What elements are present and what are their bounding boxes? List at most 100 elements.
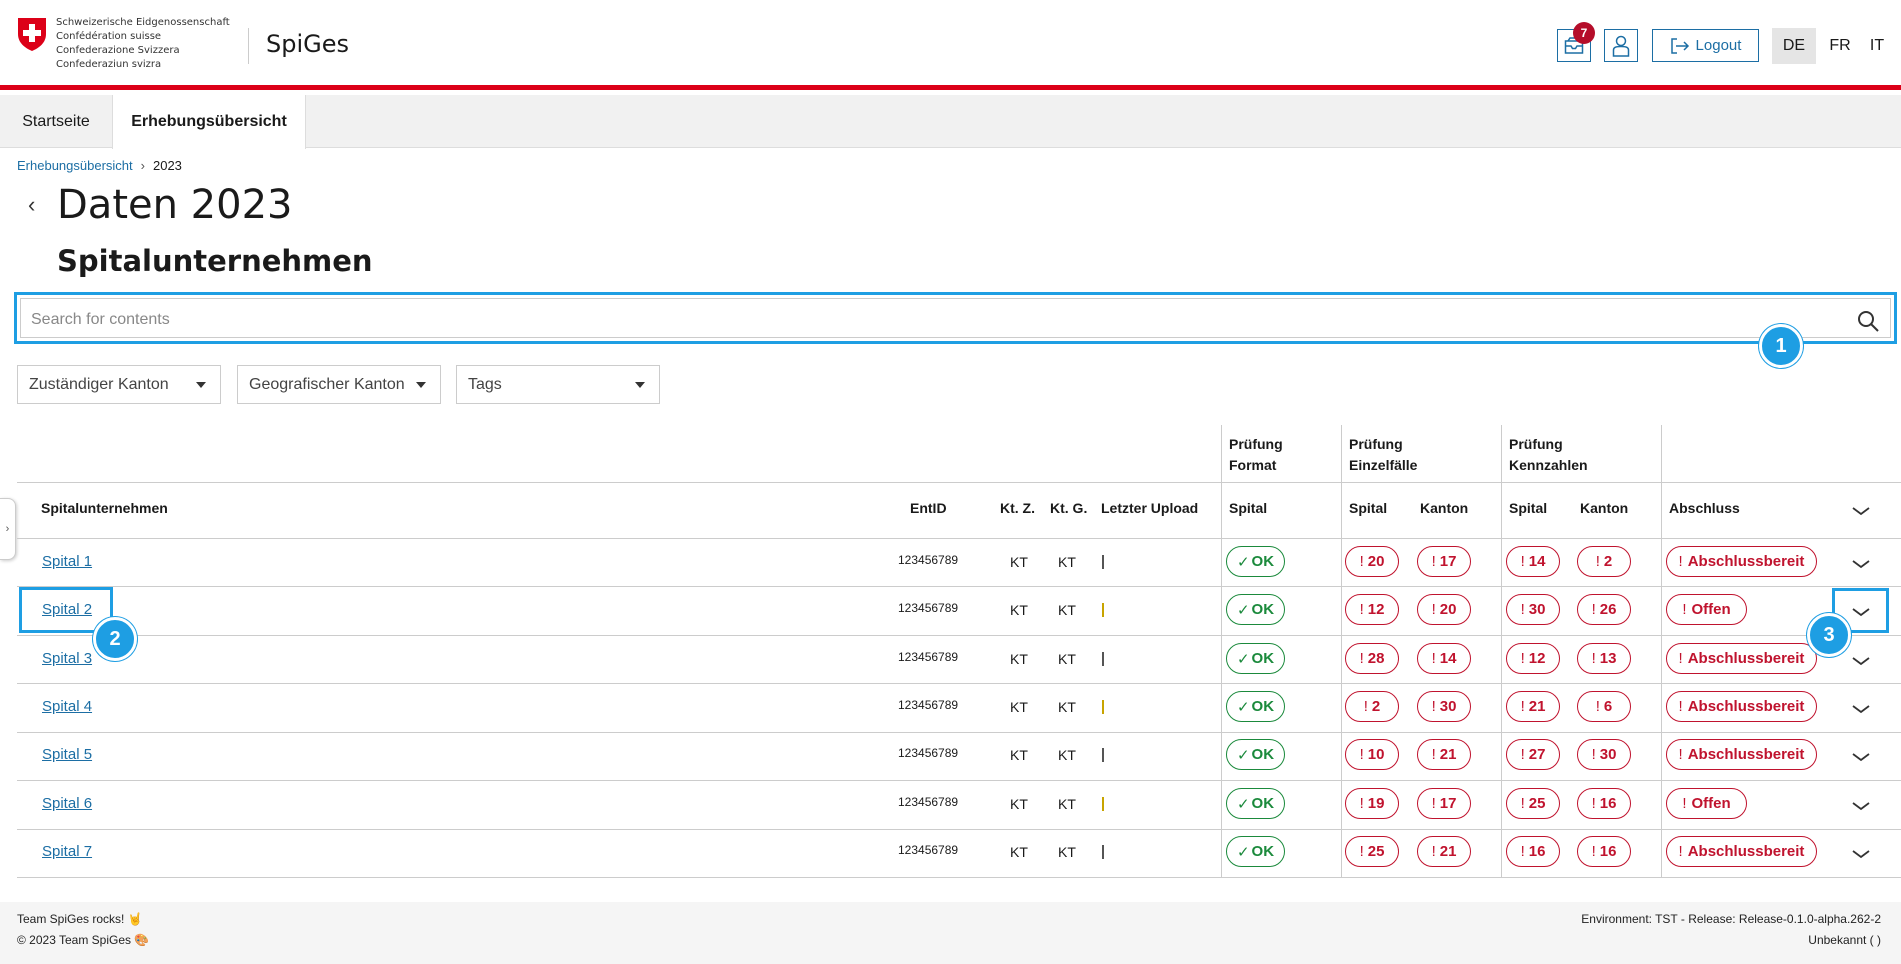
format-status-label: OK	[1251, 795, 1275, 812]
issue-count: 2	[1603, 553, 1613, 570]
language-de[interactable]: DE	[1772, 28, 1816, 64]
search-icon[interactable]	[1856, 309, 1880, 333]
table-row-kt-g: KT	[1058, 602, 1076, 618]
filter-geografischer-kanton[interactable]: Geografischer Kanton	[237, 365, 441, 404]
format-status-ok-badge[interactable]: ✓ OK	[1226, 788, 1285, 819]
abschluss-status-badge[interactable]: ! Abschlussbereit	[1666, 691, 1817, 722]
einzelfaelle-spital-badge[interactable]: ! 19	[1345, 788, 1399, 819]
format-status-ok-badge[interactable]: ✓ OK	[1226, 546, 1285, 577]
issue-count: 30	[1599, 746, 1617, 763]
table-row-hospital-link[interactable]: Spital 4	[42, 698, 92, 715]
abschluss-status-badge[interactable]: ! Abschlussbereit	[1666, 546, 1817, 577]
filter-zustaendiger-kanton[interactable]: Zuständiger Kanton	[17, 365, 221, 404]
group-header-kennzahlen: Prüfung Kennzahlen	[1509, 436, 1588, 473]
expand-row-chevron-icon[interactable]	[1851, 800, 1871, 812]
col-header-letzter-upload[interactable]: Letzter Upload	[1101, 500, 1198, 516]
expand-row-chevron-icon[interactable]	[1851, 558, 1871, 570]
einzelfaelle-spital-badge[interactable]: ! 25	[1345, 836, 1399, 867]
header-divider	[248, 28, 249, 64]
expand-row-chevron-icon[interactable]	[1851, 751, 1871, 763]
abschluss-status-badge[interactable]: ! Abschlussbereit	[1666, 643, 1817, 674]
table-row-kt-z: KT	[1010, 796, 1028, 812]
table-row-entid: 123456789	[898, 650, 959, 664]
exclamation-icon: !	[1595, 698, 1600, 715]
kennzahlen-kanton-badge[interactable]: ! 30	[1577, 739, 1631, 770]
exclamation-icon: !	[1359, 746, 1364, 763]
chevron-down-icon[interactable]	[1851, 505, 1871, 517]
col-header-ef-spital[interactable]: Spital	[1349, 500, 1387, 516]
format-status-ok-badge[interactable]: ✓ OK	[1226, 594, 1285, 625]
kennzahlen-kanton-badge[interactable]: ! 16	[1577, 836, 1631, 867]
kennzahlen-kanton-badge[interactable]: ! 6	[1577, 691, 1631, 722]
tab-startseite[interactable]: Startseite	[0, 95, 112, 148]
expand-row-chevron-icon[interactable]	[1851, 655, 1871, 667]
col-header-spitalunternehmen[interactable]: Spitalunternehmen	[41, 500, 168, 516]
einzelfaelle-kanton-badge[interactable]: ! 30	[1417, 691, 1471, 722]
format-status-label: OK	[1251, 746, 1275, 763]
kennzahlen-spital-badge[interactable]: ! 30	[1506, 594, 1560, 625]
einzelfaelle-kanton-badge[interactable]: ! 21	[1417, 739, 1471, 770]
logout-button[interactable]: Logout	[1652, 29, 1759, 62]
user-icon	[1612, 35, 1630, 57]
col-header-abschluss[interactable]: Abschluss	[1669, 500, 1740, 516]
einzelfaelle-spital-badge[interactable]: ! 28	[1345, 643, 1399, 674]
format-status-label: OK	[1251, 698, 1275, 715]
col-header-ef-kanton[interactable]: Kanton	[1420, 500, 1468, 516]
callout-1: 1	[1759, 324, 1803, 368]
user-profile-button[interactable]	[1604, 29, 1638, 62]
format-status-ok-badge[interactable]: ✓ OK	[1226, 836, 1285, 867]
kennzahlen-kanton-badge[interactable]: ! 2	[1577, 546, 1631, 577]
einzelfaelle-kanton-badge[interactable]: ! 20	[1417, 594, 1471, 625]
table-row-hospital-link[interactable]: Spital 1	[42, 553, 92, 570]
kennzahlen-spital-badge[interactable]: ! 21	[1506, 691, 1560, 722]
expand-row-chevron-icon[interactable]	[1851, 848, 1871, 860]
einzelfaelle-kanton-badge[interactable]: ! 21	[1417, 836, 1471, 867]
col-header-format-spital[interactable]: Spital	[1229, 500, 1267, 516]
language-it[interactable]: IT	[1855, 28, 1899, 64]
breadcrumb-link[interactable]: Erhebungsübersicht	[17, 158, 133, 173]
kennzahlen-kanton-badge[interactable]: ! 26	[1577, 594, 1631, 625]
kennzahlen-spital-badge[interactable]: ! 27	[1506, 739, 1560, 770]
abschluss-label: Offen	[1691, 601, 1731, 618]
filter-tags[interactable]: Tags	[456, 365, 660, 404]
einzelfaelle-kanton-badge[interactable]: ! 17	[1417, 788, 1471, 819]
back-chevron-icon[interactable]: ‹	[28, 192, 35, 218]
einzelfaelle-kanton-badge[interactable]: ! 14	[1417, 643, 1471, 674]
col-header-kz-spital[interactable]: Spital	[1509, 500, 1547, 516]
col-header-kt-z[interactable]: Kt. Z.	[1000, 500, 1035, 516]
abschluss-status-badge[interactable]: ! Offen	[1666, 594, 1747, 625]
expand-row-chevron-icon[interactable]	[1851, 703, 1871, 715]
format-status-ok-badge[interactable]: ✓ OK	[1226, 739, 1285, 770]
column-divider	[1341, 425, 1342, 877]
einzelfaelle-spital-badge[interactable]: ! 20	[1345, 546, 1399, 577]
check-icon: ✓	[1236, 795, 1250, 813]
kennzahlen-spital-badge[interactable]: ! 12	[1506, 643, 1560, 674]
kennzahlen-spital-badge[interactable]: ! 16	[1506, 836, 1560, 867]
col-header-kt-g[interactable]: Kt. G.	[1050, 500, 1087, 516]
kennzahlen-kanton-badge[interactable]: ! 13	[1577, 643, 1631, 674]
einzelfaelle-spital-badge[interactable]: ! 12	[1345, 594, 1399, 625]
issue-count: 2	[1371, 698, 1381, 715]
tab-erhebungsuebersicht[interactable]: Erhebungsübersicht	[112, 95, 306, 149]
table-row-hospital-link[interactable]: Spital 5	[42, 746, 92, 763]
sidebar-toggle[interactable]: ›	[0, 498, 16, 560]
kennzahlen-kanton-badge[interactable]: ! 16	[1577, 788, 1631, 819]
kennzahlen-spital-badge[interactable]: ! 25	[1506, 788, 1560, 819]
table-row-hospital-link[interactable]: Spital 3	[42, 650, 92, 667]
einzelfaelle-spital-badge[interactable]: ! 2	[1345, 691, 1399, 722]
abschluss-status-badge[interactable]: ! Offen	[1666, 788, 1747, 819]
einzelfaelle-kanton-badge[interactable]: ! 17	[1417, 546, 1471, 577]
kennzahlen-spital-badge[interactable]: ! 14	[1506, 546, 1560, 577]
table-row-hospital-link[interactable]: Spital 7	[42, 843, 92, 860]
format-status-ok-badge[interactable]: ✓ OK	[1226, 643, 1285, 674]
abschluss-status-badge[interactable]: ! Abschlussbereit	[1666, 739, 1817, 770]
col-header-entid[interactable]: EntID	[910, 500, 947, 516]
confederation-logo[interactable]: Schweizerische Eidgenossenschaft Confédé…	[16, 16, 230, 72]
abschluss-status-badge[interactable]: ! Abschlussbereit	[1666, 836, 1817, 867]
einzelfaelle-spital-badge[interactable]: ! 10	[1345, 739, 1399, 770]
issue-count: 13	[1599, 650, 1617, 667]
table-row-hospital-link[interactable]: Spital 6	[42, 795, 92, 812]
search-input[interactable]	[31, 303, 1831, 337]
col-header-kz-kanton[interactable]: Kanton	[1580, 500, 1628, 516]
format-status-ok-badge[interactable]: ✓ OK	[1226, 691, 1285, 722]
